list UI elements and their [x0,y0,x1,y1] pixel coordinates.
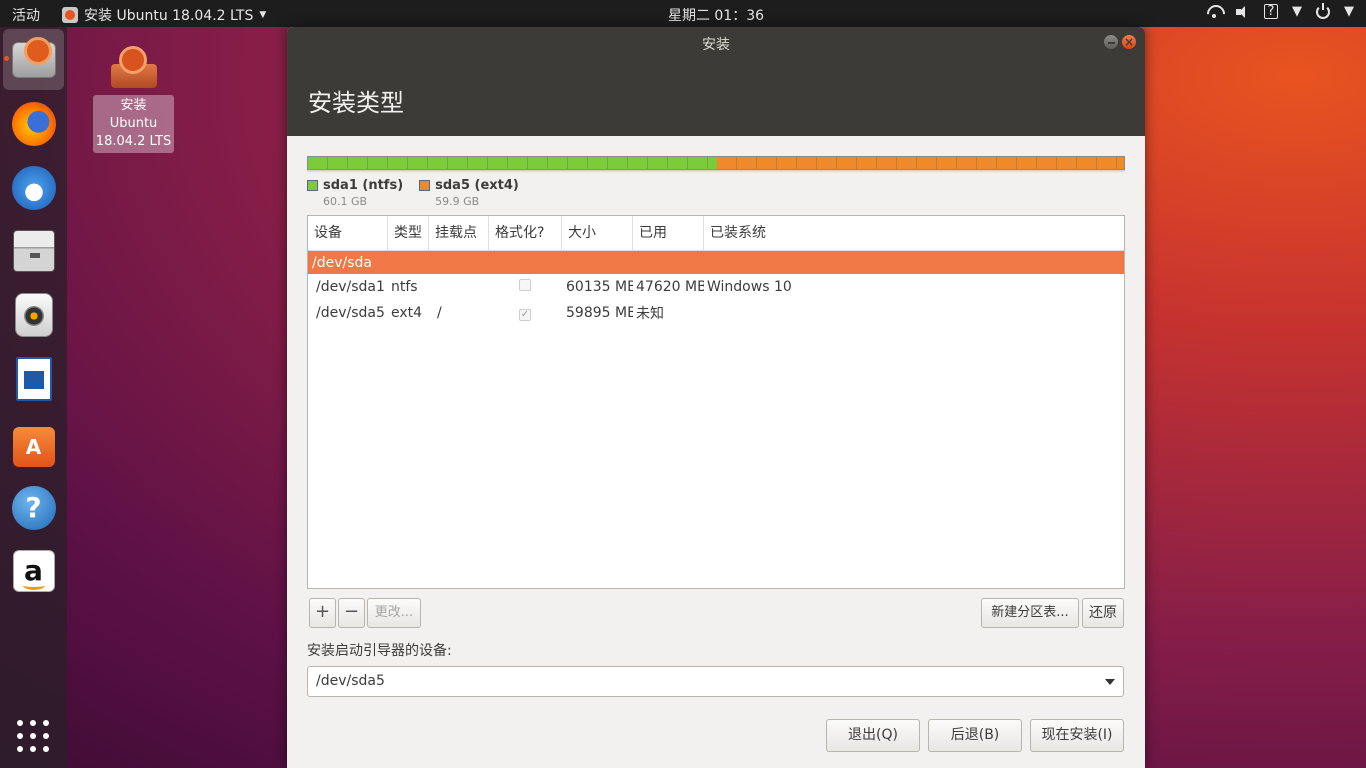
page-title: 安装类型 [308,89,404,117]
cell-mount: / [437,305,442,321]
quit-button[interactable]: 退出(Q) [826,719,920,752]
partition-legend: sda1 (ntfs) 60.1 GB sda5 (ext4) 59.9 GB [307,178,519,208]
add-partition-button[interactable]: + [309,598,336,628]
clock[interactable]: 星期二 01：36 [0,5,1366,25]
power-chevron-down-icon[interactable]: ▼ [1344,4,1354,19]
amazon-icon: a [12,549,55,592]
wifi-icon[interactable] [1206,5,1222,19]
dock-item-thunderbird[interactable] [3,157,64,218]
cell-type: ext4 [391,305,423,321]
ubuntu-installer-icon [11,36,56,78]
column-header-used[interactable]: 已用 [633,216,704,251]
cell-format: ✓ [489,305,562,321]
files-icon [12,229,55,272]
firefox-icon [11,101,56,146]
revert-button[interactable]: 还原 [1082,598,1124,628]
dock-item-rhythmbox[interactable] [3,284,64,345]
partition-bar [307,156,1125,170]
dock-item-writer[interactable] [3,348,64,409]
legend-swatch [419,180,431,191]
system-tray[interactable]: ? ▼ ▼ [1206,2,1354,19]
column-header-type[interactable]: 类型 [388,216,429,251]
new-partition-table-button[interactable]: 新建分区表... [981,598,1079,628]
window-title: 安装 [702,37,730,53]
dock-item-files[interactable] [3,220,64,281]
dock-item-software[interactable] [3,412,64,473]
close-button[interactable]: × [1121,34,1137,50]
power-icon[interactable] [1316,2,1330,19]
partition-bar-segment-sda5 [716,157,1124,169]
boot-loader-label: 安装启动引导器的设备: [307,643,452,659]
partition-table[interactable]: 设备 类型 挂载点 格式化? 大小 已用 已装系统 /dev/sda /dev/… [307,215,1125,589]
column-header-device[interactable]: 设备 [308,216,388,251]
boot-loader-device-value: /dev/sda5 [316,673,385,689]
minimize-button[interactable] [1103,34,1119,50]
volume-icon[interactable] [1236,5,1250,18]
legend-size: 60.1 GB [323,195,368,208]
running-indicator [4,56,9,61]
cell-used: 47620 MB [636,279,704,295]
help-tray-icon[interactable]: ? [1264,4,1278,19]
tray-chevron-down-icon[interactable]: ▼ [1292,4,1302,19]
desktop-icon-installer[interactable]: 安装 Ubuntu 18.04.2 LTS [93,44,174,153]
cell-type: ntfs [391,279,418,295]
top-bar: 活动 安装 Ubuntu 18.04.2 LTS ▼ 星期二 01：36 ? ▼… [0,0,1366,27]
table-header: 设备 类型 挂载点 格式化? 大小 已用 已装系统 [308,216,1124,251]
cell-system: Windows 10 [707,279,792,295]
cell-used: 未知 [636,306,664,322]
table-row[interactable]: /dev/sda1 ntfs 60135 MB 47620 MB Windows… [308,274,1124,300]
installer-desktop-icon [109,44,159,90]
legend-item-sda1: sda1 (ntfs) 60.1 GB [307,178,403,208]
table-row[interactable]: /dev/sda5 ext4 / ✓ 59895 MB 未知 [308,300,1124,326]
show-applications-icon[interactable] [17,720,49,752]
desktop-icon-label: 安装 Ubuntu 18.04.2 LTS [93,95,174,153]
dock-item-firefox[interactable] [3,93,64,154]
software-store-icon [12,426,55,467]
legend-size: 59.9 GB [435,195,480,208]
dock: ? a [0,27,67,768]
dock-item-help[interactable]: ? [3,477,64,538]
dropdown-arrow-icon [1105,679,1115,685]
cell-device: /dev/sda5 [316,305,385,321]
cell-format [489,279,562,295]
title-bar[interactable]: 安装 × 安装类型 [287,27,1145,136]
legend-item-sda5: sda5 (ext4) 59.9 GB [419,178,519,208]
install-now-button[interactable]: 现在安装(I) [1030,719,1124,752]
rhythmbox-icon [14,292,53,337]
column-header-mount[interactable]: 挂载点 [429,216,489,251]
table-row-group[interactable]: /dev/sda [308,251,1124,274]
help-icon: ? [11,485,56,530]
format-checkbox[interactable] [519,279,531,291]
partition-bar-segment-sda1 [308,157,717,169]
column-header-format[interactable]: 格式化? [489,216,562,251]
cell-size: 59895 MB [566,305,633,321]
column-header-system[interactable]: 已装系统 [704,216,1124,251]
legend-name: sda5 (ext4) [435,178,519,193]
boot-loader-device-select[interactable]: /dev/sda5 [307,666,1124,697]
remove-partition-button[interactable]: − [338,598,365,628]
cell-device: /dev/sda1 [316,279,385,295]
legend-swatch [307,180,318,191]
dock-item-amazon[interactable]: a [3,540,64,601]
dock-item-installer[interactable] [3,29,64,90]
legend-name: sda1 (ntfs) [323,178,404,193]
installer-window: 安装 × 安装类型 sda1 (ntfs) 60.1 GB sda5 (ext4… [287,27,1145,768]
group-label: /dev/sda [312,254,372,271]
format-checkbox[interactable]: ✓ [519,309,531,321]
column-header-size[interactable]: 大小 [562,216,633,251]
writer-icon [15,356,52,401]
back-button[interactable]: 后退(B) [928,719,1022,752]
change-partition-button[interactable]: 更改... [367,598,421,628]
thunderbird-icon [11,165,56,210]
cell-size: 60135 MB [566,279,633,295]
